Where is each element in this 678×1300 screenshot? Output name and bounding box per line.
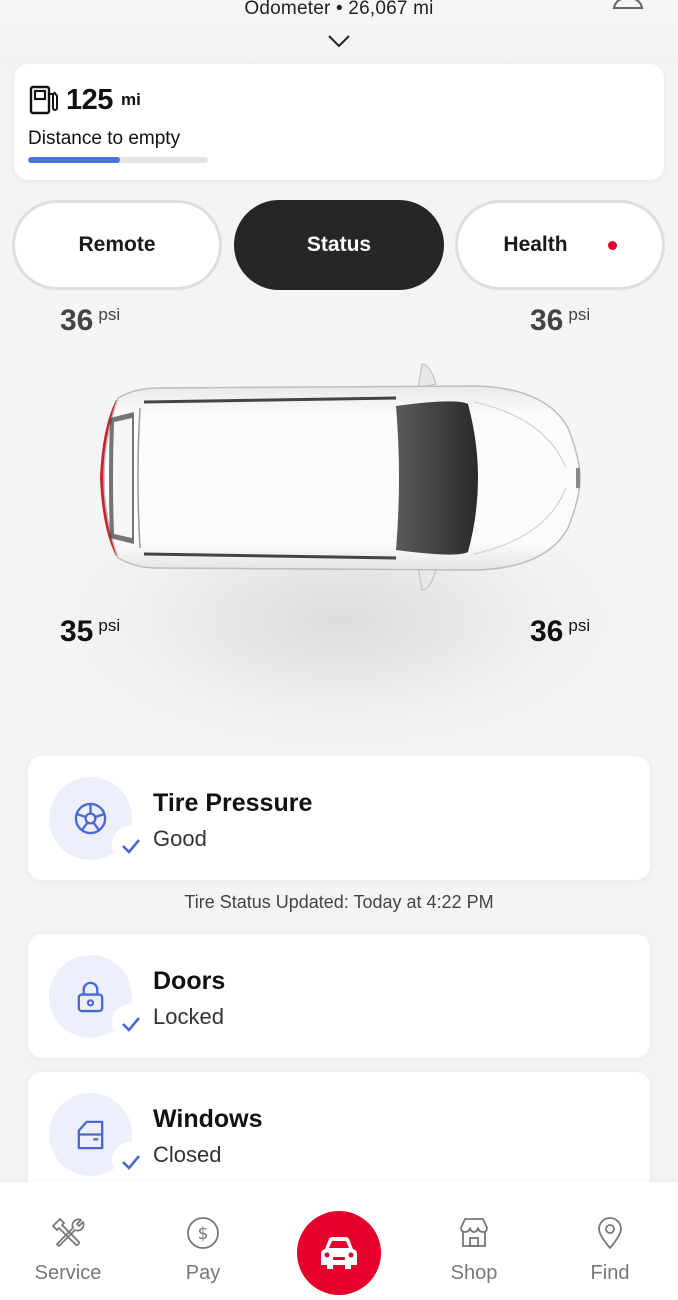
lock-icon	[77, 981, 104, 1013]
doors-status: Locked	[153, 1004, 224, 1029]
bottom-navigation: Service $ Pay Shop Find	[0, 1182, 678, 1300]
fuel-range-value: 125	[66, 84, 113, 116]
fuel-range-unit: mi	[121, 90, 141, 109]
fuel-range-label: Distance to empty	[28, 128, 181, 149]
tab-health-label: Health	[503, 233, 568, 256]
tire-rear-left-unit: psi	[98, 616, 121, 635]
tire-front-left-value: 36	[60, 304, 94, 337]
tab-status[interactable]: Status	[234, 200, 444, 290]
location-pin-icon	[598, 1217, 622, 1249]
nav-find[interactable]: Find	[560, 1182, 660, 1300]
checkmark-icon	[122, 1155, 140, 1170]
tire-rear-right-unit: psi	[568, 616, 591, 635]
windows-status: Closed	[153, 1142, 222, 1167]
vehicle-tabs: Remote Status Health	[0, 200, 678, 292]
tire-rear-left-value: 35	[60, 615, 94, 648]
fuel-level-bar	[28, 157, 208, 163]
checkmark-icon	[122, 839, 140, 854]
tab-remote-label: Remote	[78, 233, 156, 256]
nav-service-label: Service	[34, 1262, 102, 1284]
tools-icon	[52, 1218, 85, 1247]
check-badge	[112, 1004, 148, 1040]
tire-rear-right-pressure: 36 psi	[530, 615, 590, 649]
tire-pressure-title: Tire Pressure	[153, 789, 313, 817]
doors-card[interactable]: Doors Locked	[28, 934, 650, 1058]
tire-status-updated-text: Tire Status Updated: Today at 4:22 PM	[184, 892, 494, 912]
tire-pressure-status: Good	[153, 826, 207, 851]
fuel-level-fill	[28, 157, 120, 163]
tire-front-right-unit: psi	[568, 305, 591, 324]
fuel-pump-icon	[29, 85, 58, 115]
tab-health[interactable]: Health	[455, 200, 665, 290]
dollar-icon: $	[187, 1217, 219, 1249]
chevron-down-icon[interactable]	[327, 33, 351, 49]
nav-shop[interactable]: Shop	[424, 1182, 524, 1300]
windows-title: Windows	[153, 1105, 263, 1133]
windows-card[interactable]: Windows Closed	[28, 1072, 650, 1196]
check-badge	[112, 826, 148, 862]
doors-title: Doors	[153, 967, 226, 995]
car-window-icon	[77, 1120, 104, 1150]
storefront-icon	[460, 1218, 488, 1247]
tire-front-right-pressure: 36 psi	[530, 304, 590, 338]
tire-front-right-value: 36	[530, 304, 564, 337]
health-alert-dot	[607, 240, 617, 250]
check-badge	[112, 1142, 148, 1178]
person-icon[interactable]	[610, 0, 646, 10]
tire-front-left-pressure: 36 psi	[60, 304, 120, 338]
top-header: Odometer • 26,067 mi	[0, 0, 678, 62]
vehicle-tire-diagram: 36 psi 36 psi 35 psi 36 psi	[0, 300, 678, 755]
nav-vehicle-button[interactable]	[297, 1211, 381, 1295]
nav-pay-label: Pay	[185, 1262, 221, 1284]
tire-rear-left-pressure: 35 psi	[60, 615, 120, 649]
tire-pressure-card[interactable]: Tire Pressure Good	[28, 756, 650, 880]
tab-remote[interactable]: Remote	[12, 200, 222, 290]
nav-service[interactable]: Service	[18, 1182, 118, 1300]
vehicle-icon	[321, 1237, 357, 1269]
tab-status-label: Status	[306, 233, 372, 256]
vehicle-top-view-image	[100, 363, 581, 591]
nav-find-label: Find	[590, 1262, 630, 1284]
checkmark-icon	[122, 1017, 140, 1032]
fuel-range-card[interactable]: 125 mi Distance to empty	[14, 64, 664, 180]
tire-rear-right-value: 36	[530, 615, 564, 648]
svg-text:$: $	[198, 1224, 209, 1244]
odometer-readout: Odometer • 26,067 mi	[244, 0, 434, 19]
nav-shop-label: Shop	[450, 1262, 498, 1284]
tire-icon	[74, 802, 107, 835]
tire-front-left-unit: psi	[98, 305, 121, 324]
nav-pay[interactable]: $ Pay	[153, 1182, 253, 1300]
